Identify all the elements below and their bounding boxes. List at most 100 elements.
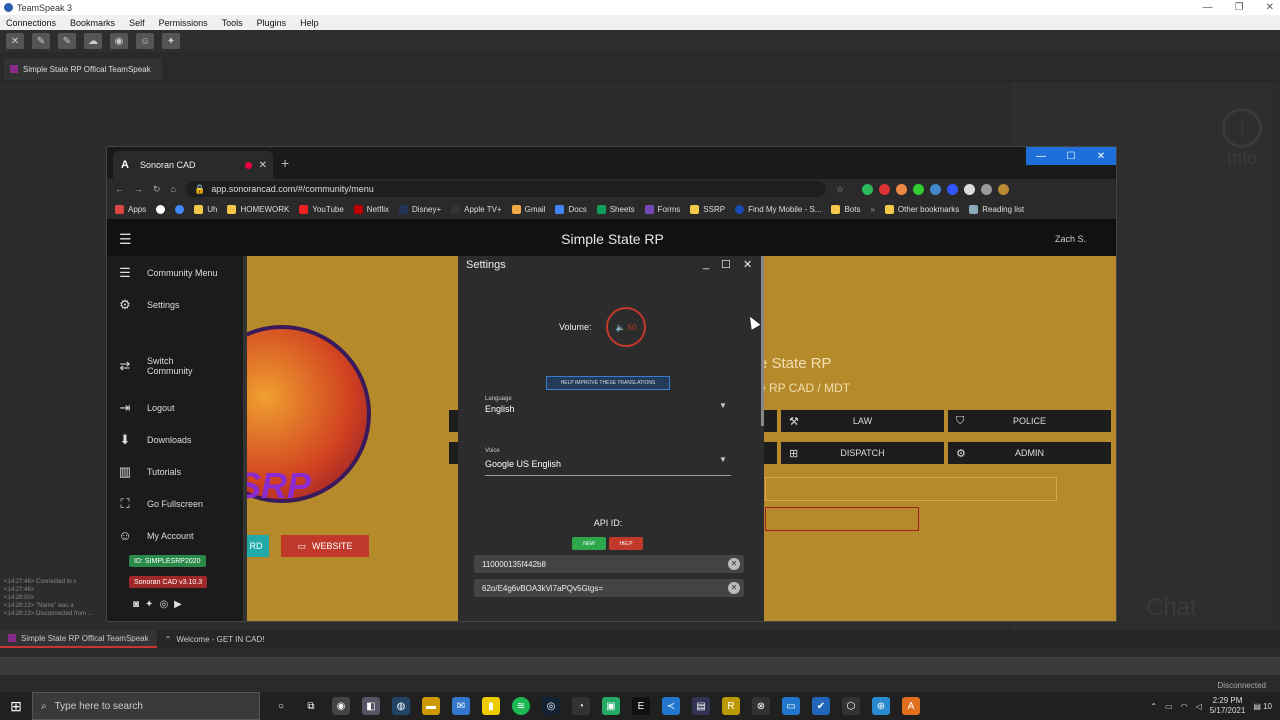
chevron-down-icon[interactable]: ▼ [719,455,727,464]
sidebar-item-settings[interactable]: ⚙ Settings [107,297,243,313]
sidebar-scrollbar[interactable] [243,256,247,621]
forward-icon[interactable]: → [134,184,143,194]
bookmark-docs[interactable]: Docs [555,204,587,214]
chat-tab-server[interactable]: Simple State RP Offical TeamSpeak [0,630,157,648]
maximize-icon[interactable]: ❐ [1235,2,1244,13]
minimize-icon[interactable]: _ [703,258,709,271]
extension-icon[interactable] [964,183,976,195]
epic-games-icon[interactable]: E [632,697,650,715]
chat-input[interactable] [0,657,1280,675]
close-icon[interactable]: ✕ [743,258,752,271]
app-icon[interactable]: ⬡ [842,697,860,715]
reload-icon[interactable]: ↻ [153,184,161,195]
sidebar-item-my-account[interactable]: ☺ My Account [107,528,243,543]
chat-tab-channel[interactable]: ⌃ Welcome - GET IN CAD! [157,630,273,648]
cad-username[interactable]: Zach S. [1055,234,1086,244]
menu-permissions[interactable]: Permissions [159,18,208,28]
bookmark-forms[interactable]: Forms [644,204,680,214]
maximize-icon[interactable]: ☐ [721,258,731,271]
extension-icon[interactable] [913,183,925,195]
contacts-icon[interactable]: ☺ [136,33,154,49]
bookmark-gmail[interactable]: Gmail [511,204,545,214]
menu-tools[interactable]: Tools [222,18,243,28]
twitter-icon[interactable]: ✦ [145,599,153,610]
sidebar-item-community-menu[interactable]: ☰ Community Menu [107,265,243,281]
community-red-field[interactable] [765,507,919,531]
admin-button[interactable]: ⚙ ADMIN [948,442,1111,464]
help-translate-button[interactable]: HELP IMPROVE THESE TRANSLATIONS [546,376,670,390]
close-icon[interactable]: ✕ [1266,2,1274,13]
notification-icon[interactable]: ▤ 10 [1253,702,1272,711]
todo-icon[interactable]: ✔ [812,697,830,715]
extension-icon[interactable] [862,183,874,195]
maximize-icon[interactable]: ☐ [1056,147,1086,165]
chat-icon[interactable]: ◉ [110,33,128,49]
language-select[interactable]: English [485,404,515,414]
bookmark-findmymobile[interactable]: Find My Mobile - S... [735,204,821,214]
bookmark-ssrp[interactable]: SSRP [690,204,725,214]
profile-avatar[interactable] [998,183,1010,195]
bookmark-youtube[interactable]: YouTube [299,204,344,214]
sidebar-item-logout[interactable]: ⇥ Logout [107,400,243,416]
taskbar-search[interactable]: ⌕ Type here to search [32,692,260,720]
dispatch-button[interactable]: ⊞ DISPATCH [781,442,944,464]
clear-icon[interactable]: ✕ [728,582,740,594]
sidebar-item-tutorials[interactable]: ▥ Tutorials [107,464,243,480]
app-icon[interactable]: ▤ [692,697,710,715]
menu-help[interactable]: Help [300,18,319,28]
browser-tab[interactable]: A Sonoran CAD ✕ [113,151,273,179]
website-button[interactable]: ▭ WEBSITE [281,535,369,557]
xbox-icon[interactable]: ⊗ [752,697,770,715]
law-button[interactable]: ⚒ LAW [781,410,944,432]
tab-server[interactable]: Simple State RP Offical TeamSpeak [4,58,162,80]
menu-plugins[interactable]: Plugins [257,18,287,28]
mail-icon[interactable]: ✉ [452,697,470,715]
app-icon[interactable]: ◔ [572,697,590,715]
volume-knob[interactable]: 🔈 50 [606,307,646,347]
vscode-icon[interactable]: ≺ [662,697,680,715]
home-icon[interactable]: ⌂ [171,184,176,194]
extensions-puzzle-icon[interactable] [981,183,993,195]
speaker-mute-icon[interactable]: ✎ [58,33,76,49]
menu-bookmarks[interactable]: Bookmarks [70,18,115,28]
bookmark-icon-only[interactable] [175,204,185,214]
minimize-icon[interactable]: — [1203,2,1213,13]
menu-connections[interactable]: Connections [6,18,56,28]
star-icon[interactable]: ☆ [836,184,844,195]
community-input[interactable] [765,477,1057,501]
address-bar[interactable]: 🔒 app.sonorancad.com/#/community/menu [185,181,826,197]
new-tab-button[interactable]: + [281,155,289,171]
wifi-icon[interactable]: ◠ [1181,702,1188,711]
chrome-icon[interactable]: ◉ [332,697,350,715]
clock[interactable]: 2:29 PM 5/17/2021 [1210,696,1246,716]
discord-icon[interactable]: ◙ [133,599,139,610]
bookmarks-overflow-button[interactable]: » [870,205,874,214]
chevron-down-icon[interactable]: ▼ [719,401,727,410]
file-explorer-icon[interactable]: ▬ [422,697,440,715]
youtube-icon[interactable]: ▶ [174,599,182,610]
zoom-icon[interactable]: ▭ [782,697,800,715]
task-view-icon[interactable]: ⧉ [302,697,320,715]
sidebar-item-fullscreen[interactable]: ⛶ Go Fullscreen [107,496,243,512]
connect-icon[interactable]: ✕ [6,33,24,49]
bookmark-uh[interactable]: Uh [194,204,217,214]
chevron-up-icon[interactable]: ⌃ [1150,702,1157,711]
spotify-icon[interactable]: ≋ [512,697,530,715]
bookmark-reading-list[interactable]: Reading list [969,204,1024,214]
mic-mute-icon[interactable]: ✎ [32,33,50,49]
sidebar-item-switch-community[interactable]: ⇄ Switch Community [107,356,243,376]
sticky-notes-icon[interactable]: ▮ [482,697,500,715]
bookmark-bots[interactable]: Bots [831,204,860,214]
app-icon[interactable]: ▣ [602,697,620,715]
sidebar-item-downloads[interactable]: ⬇ Downloads [107,432,243,448]
cortana-icon[interactable]: ○ [272,697,290,715]
bookmark-homework[interactable]: HOMEWORK [227,204,289,214]
close-icon[interactable]: ✕ [1086,147,1116,165]
clear-icon[interactable]: ✕ [728,558,740,570]
bookmark-netflix[interactable]: Netflix [353,204,389,214]
instagram-icon[interactable]: ◎ [159,599,168,610]
api-new-button[interactable]: NEW [572,537,606,550]
bookmark-appletv[interactable]: Apple TV+ [451,204,502,214]
bookmark-other[interactable]: Other bookmarks [884,204,959,214]
extension-icon[interactable] [896,183,908,195]
